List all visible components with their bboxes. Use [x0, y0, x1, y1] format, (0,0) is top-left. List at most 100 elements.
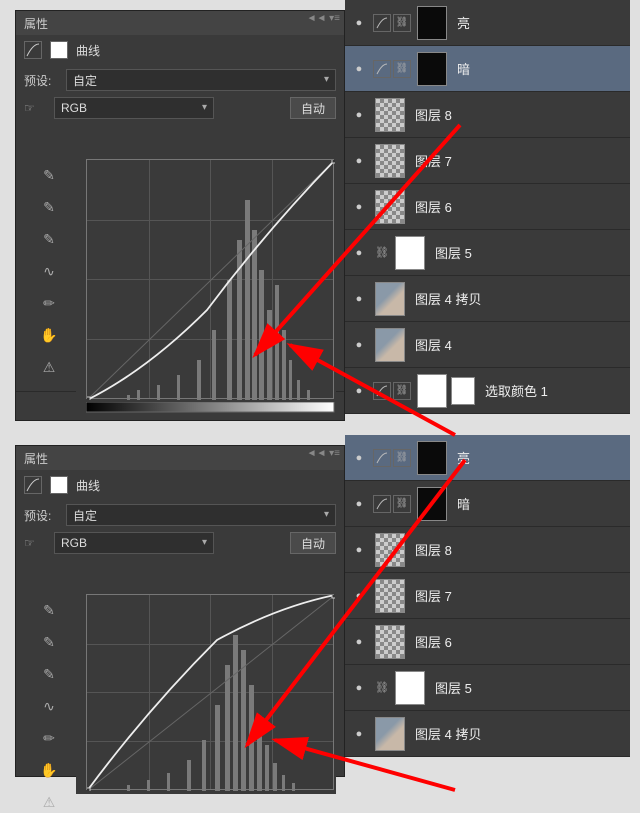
visibility-toggle[interactable]: ● — [349, 494, 369, 514]
adjustment-icon — [373, 495, 391, 513]
layer-thumbnail[interactable] — [375, 144, 405, 178]
visibility-toggle[interactable]: ● — [349, 289, 369, 309]
curve-editor[interactable] — [76, 594, 336, 794]
layer-name[interactable]: 图层 8 — [415, 105, 452, 124]
layer-thumbnail[interactable] — [375, 190, 405, 224]
layer-row[interactable]: ● ⛓ 图层 5 — [345, 230, 630, 276]
layer-name[interactable]: 图层 6 — [415, 197, 452, 216]
layer-row[interactable]: ● 图层 4 拷贝 — [345, 711, 630, 757]
auto-button[interactable]: 自动 — [290, 532, 336, 554]
visibility-toggle[interactable]: ● — [349, 540, 369, 560]
eyedropper-gray-icon[interactable]: ✎ — [38, 633, 60, 651]
layer-row[interactable]: ●⛓选取颜色 1 — [345, 368, 630, 414]
eyedropper-white-icon[interactable]: ✎ — [38, 665, 60, 683]
link-icon: ⛓ — [393, 14, 411, 32]
layer-row[interactable]: ● 图层 7 — [345, 573, 630, 619]
layer-row[interactable]: ● ⛓ 亮 — [345, 0, 630, 46]
layer-name[interactable]: 图层 5 — [435, 678, 472, 697]
curve-hand-icon[interactable]: ✋ — [38, 326, 60, 344]
panel-tab-controls[interactable]: ◄◄ ▾≡ — [307, 448, 340, 459]
layer-thumbnail[interactable] — [417, 6, 447, 40]
layer-row[interactable]: ● 图层 8 — [345, 92, 630, 138]
panel-header: 属性 ◄◄ ▾≡ — [16, 446, 344, 470]
curve-smooth-icon[interactable]: ∿ — [38, 697, 60, 715]
layer-thumbnail[interactable] — [395, 671, 425, 705]
layer-row[interactable]: ●⛓亮 — [345, 435, 630, 481]
layer-name[interactable]: 图层 5 — [435, 243, 472, 262]
auto-button[interactable]: 自动 — [290, 97, 336, 119]
layer-thumbnail[interactable] — [375, 533, 405, 567]
visibility-toggle[interactable]: ● — [349, 197, 369, 217]
visibility-toggle[interactable]: ● — [349, 448, 369, 468]
eyedropper-white-icon[interactable]: ✎ — [38, 230, 60, 248]
targeted-adjust-icon[interactable]: ☞ — [24, 533, 48, 553]
channel-select[interactable]: RGB▾ — [54, 97, 214, 119]
layer-thumbnail[interactable] — [375, 328, 405, 362]
eyedropper-black-icon[interactable]: ✎ — [38, 601, 60, 619]
layer-row[interactable]: ●⛓暗 — [345, 46, 630, 92]
visibility-toggle[interactable]: ● — [349, 724, 369, 744]
panel-tab-controls[interactable]: ◄◄ ▾≡ — [307, 13, 340, 24]
layer-name[interactable]: 暗 — [457, 494, 470, 513]
layer-row[interactable]: ● 图层 6 — [345, 619, 630, 665]
visibility-toggle[interactable]: ● — [349, 632, 369, 652]
layer-thumbnail[interactable] — [417, 374, 447, 408]
curve-hand-icon[interactable]: ✋ — [38, 761, 60, 779]
visibility-toggle[interactable]: ● — [349, 13, 369, 33]
layer-name[interactable]: 图层 7 — [415, 151, 452, 170]
layer-row[interactable]: ● 图层 6 — [345, 184, 630, 230]
layer-row[interactable]: ● 图层 4 — [345, 322, 630, 368]
adjustment-icon — [373, 60, 391, 78]
visibility-toggle[interactable]: ● — [349, 586, 369, 606]
adjustment-label: 曲线 — [76, 477, 100, 494]
targeted-adjust-icon[interactable]: ☞ — [24, 98, 48, 118]
layer-thumbnail[interactable] — [395, 236, 425, 270]
visibility-toggle[interactable]: ● — [349, 381, 369, 401]
curve-pencil-icon[interactable]: ✏ — [38, 294, 60, 312]
visibility-toggle[interactable]: ● — [349, 335, 369, 355]
visibility-toggle[interactable]: ● — [349, 151, 369, 171]
mask-icon — [50, 476, 68, 494]
layer-row[interactable]: ● 图层 8 — [345, 527, 630, 573]
curve-pencil-icon[interactable]: ✏ — [38, 729, 60, 747]
layer-row[interactable]: ● 图层 7 — [345, 138, 630, 184]
layer-thumbnail[interactable] — [375, 579, 405, 613]
eyedropper-gray-icon[interactable]: ✎ — [38, 198, 60, 216]
curve-editor[interactable] — [76, 159, 336, 407]
curve-smooth-icon[interactable]: ∿ — [38, 262, 60, 280]
preset-select[interactable]: 自定▾ — [66, 69, 336, 91]
layer-mask-thumbnail[interactable] — [451, 377, 475, 405]
layer-name[interactable]: 图层 4 拷贝 — [415, 724, 481, 743]
layer-name[interactable]: 选取颜色 1 — [485, 381, 548, 400]
visibility-toggle[interactable]: ● — [349, 243, 369, 263]
layer-thumbnail[interactable] — [417, 487, 447, 521]
visibility-toggle[interactable]: ● — [349, 59, 369, 79]
warning-icon[interactable]: ⚠ — [38, 793, 60, 811]
layer-thumbnail[interactable] — [375, 98, 405, 132]
channel-select[interactable]: RGB▾ — [54, 532, 214, 554]
layer-thumbnail[interactable] — [417, 441, 447, 475]
layer-thumbnail[interactable] — [417, 52, 447, 86]
layer-name[interactable]: 图层 7 — [415, 586, 452, 605]
layer-thumbnail[interactable] — [375, 625, 405, 659]
link-icon: ⛓ — [375, 246, 389, 259]
layer-thumbnail[interactable] — [375, 717, 405, 751]
layer-name[interactable]: 亮 — [457, 13, 470, 32]
layers-panel-bottom: ●⛓亮●⛓暗●图层 8●图层 7●图层 6●⛓图层 5●图层 4 拷贝 — [345, 435, 630, 757]
visibility-toggle[interactable]: ● — [349, 105, 369, 125]
layer-name[interactable]: 亮 — [457, 448, 470, 467]
eyedropper-black-icon[interactable]: ✎ — [38, 166, 60, 184]
layer-name[interactable]: 图层 8 — [415, 540, 452, 559]
layer-name[interactable]: 图层 4 — [415, 335, 452, 354]
preset-select[interactable]: 自定▾ — [66, 504, 336, 526]
visibility-toggle[interactable]: ● — [349, 678, 369, 698]
layer-thumbnail[interactable] — [375, 282, 405, 316]
layer-row[interactable]: ● 图层 4 拷贝 — [345, 276, 630, 322]
layer-name[interactable]: 暗 — [457, 59, 470, 78]
layer-name[interactable]: 图层 4 拷贝 — [415, 289, 481, 308]
layer-row[interactable]: ●⛓暗 — [345, 481, 630, 527]
warning-icon[interactable]: ⚠ — [38, 358, 60, 376]
layer-row[interactable]: ●⛓图层 5 — [345, 665, 630, 711]
adjustment-label: 曲线 — [76, 42, 100, 59]
layer-name[interactable]: 图层 6 — [415, 632, 452, 651]
